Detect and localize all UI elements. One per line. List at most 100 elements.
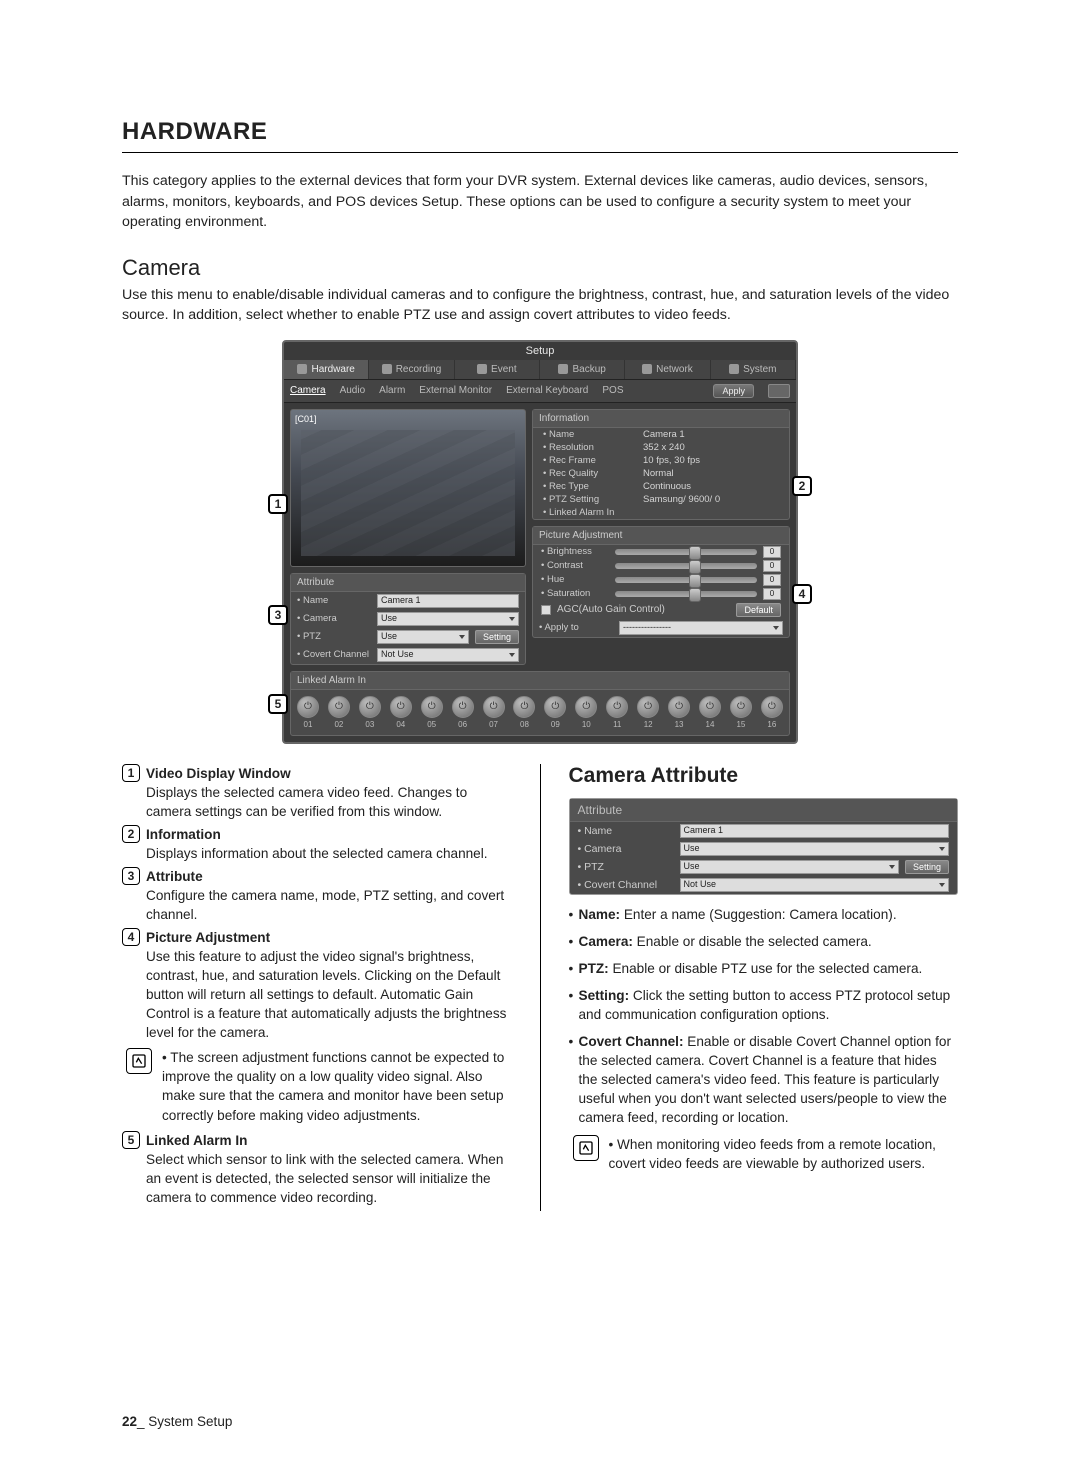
alarm-number: 11 xyxy=(613,720,621,729)
callout-1: 1 xyxy=(268,494,288,514)
note-icon xyxy=(126,1048,152,1074)
brightness-slider[interactable] xyxy=(615,549,757,555)
mini-ptz-label: PTZ xyxy=(578,861,674,873)
alarm-number: 07 xyxy=(489,720,498,729)
info-key: Rec Quality xyxy=(543,468,643,479)
attr-camera-select[interactable]: Use xyxy=(377,612,519,626)
contrast-slider[interactable] xyxy=(615,563,757,569)
slider-label: Saturation xyxy=(541,588,609,599)
tab-event[interactable]: Event xyxy=(455,360,540,379)
alarm-number: 03 xyxy=(365,720,374,729)
exit-icon[interactable] xyxy=(768,384,790,398)
alarm-toggle-12[interactable]: ⏻ xyxy=(637,696,659,718)
slider-label: Hue xyxy=(541,574,609,585)
mini-camera-label: Camera xyxy=(578,843,674,855)
tab-recording[interactable]: Recording xyxy=(369,360,454,379)
slider-label: Contrast xyxy=(541,560,609,571)
alarm-number: 15 xyxy=(736,720,745,729)
info-key: Resolution xyxy=(543,442,643,453)
alarm-toggle-15[interactable]: ⏻ xyxy=(730,696,752,718)
setup-window: Setup Hardware Recording Event Backup Ne… xyxy=(282,340,798,744)
alarm-toggle-11[interactable]: ⏻ xyxy=(606,696,628,718)
alarm-toggle-10[interactable]: ⏻ xyxy=(575,696,597,718)
information-panel: Information NameCamera 1Resolution352 x … xyxy=(532,409,790,520)
alarm-toggle-16[interactable]: ⏻ xyxy=(761,696,783,718)
default-button[interactable]: Default xyxy=(736,603,781,617)
alarm-toggle-9[interactable]: ⏻ xyxy=(544,696,566,718)
callout-ref-4: 4 xyxy=(122,928,140,946)
alarm-toggle-6[interactable]: ⏻ xyxy=(452,696,474,718)
attr-setting-button[interactable]: Setting xyxy=(475,630,519,644)
hue-slider[interactable] xyxy=(615,577,757,583)
mini-camera-select[interactable]: Use xyxy=(680,842,950,856)
attr-covert-select[interactable]: Not Use xyxy=(377,648,519,662)
info-value: Samsung/ 9600/ 0 xyxy=(643,494,720,505)
alarm-toggle-1[interactable]: ⏻ xyxy=(297,696,319,718)
saturation-slider[interactable] xyxy=(615,591,757,597)
mini-name-input[interactable]: Camera 1 xyxy=(680,824,950,838)
contrast-value: 0 xyxy=(763,560,781,572)
alarm-toggle-2[interactable]: ⏻ xyxy=(328,696,350,718)
slider-label: Brightness xyxy=(541,546,609,557)
attribute-bullet: Setting: Click the setting button to acc… xyxy=(569,986,959,1024)
note-screen-adjustment: • The screen adjustment functions cannot… xyxy=(126,1048,512,1124)
callout-2: 2 xyxy=(792,476,812,496)
exp-body-1: Displays the selected camera video feed.… xyxy=(146,785,467,819)
main-tabs: Hardware Recording Event Backup Network … xyxy=(284,360,796,380)
agc-label: AGC(Auto Gain Control) xyxy=(557,604,665,615)
info-value: Normal xyxy=(643,468,674,479)
mini-setting-button[interactable]: Setting xyxy=(905,860,949,874)
agc-checkbox[interactable] xyxy=(541,605,551,615)
info-key: Name xyxy=(543,429,643,440)
alarm-toggle-4[interactable]: ⏻ xyxy=(390,696,412,718)
apply-to-select[interactable]: ---------------- xyxy=(619,621,783,635)
alarm-toggle-3[interactable]: ⏻ xyxy=(359,696,381,718)
video-channel-label: [C01] xyxy=(295,414,317,424)
subtab-external-keyboard[interactable]: External Keyboard xyxy=(506,385,588,396)
information-header: Information xyxy=(533,410,789,428)
sub-tabs: Camera Audio Alarm External Monitor Exte… xyxy=(284,380,796,403)
mini-covert-select[interactable]: Not Use xyxy=(680,878,950,892)
tab-system[interactable]: System xyxy=(711,360,796,379)
tab-network[interactable]: Network xyxy=(625,360,710,379)
exp-body-2: Displays information about the selected … xyxy=(146,846,488,861)
alarm-toggle-14[interactable]: ⏻ xyxy=(699,696,721,718)
attr-name-input[interactable]: Camera 1 xyxy=(377,594,519,608)
camera-attribute-heading: Camera Attribute xyxy=(569,764,959,788)
attr-ptz-select[interactable]: Use xyxy=(377,630,469,644)
mini-name-label: Name xyxy=(578,825,674,837)
note-covert-remote: • When monitoring video feeds from a rem… xyxy=(573,1135,959,1173)
alarm-number: 05 xyxy=(427,720,436,729)
attribute-bullet: Covert Channel: Enable or disable Covert… xyxy=(569,1032,959,1127)
alarm-number: 04 xyxy=(396,720,405,729)
linked-alarm-panel: Linked Alarm In ⏻ 01⏻ 02⏻ 03⏻ 04⏻ 05⏻ 06… xyxy=(290,671,790,736)
tab-backup[interactable]: Backup xyxy=(540,360,625,379)
info-key: Rec Frame xyxy=(543,455,643,466)
exp-title-5: Linked Alarm In xyxy=(146,1133,247,1148)
alarm-number: 06 xyxy=(458,720,467,729)
exp-title-2: Information xyxy=(146,827,221,842)
setup-window-figure: Setup Hardware Recording Event Backup Ne… xyxy=(282,340,798,744)
alarm-toggle-5[interactable]: ⏻ xyxy=(421,696,443,718)
mini-ptz-select[interactable]: Use xyxy=(680,860,899,874)
subtab-audio[interactable]: Audio xyxy=(340,385,366,396)
picture-header: Picture Adjustment xyxy=(533,527,789,545)
alarm-number: 13 xyxy=(675,720,684,729)
subtab-external-monitor[interactable]: External Monitor xyxy=(419,385,492,396)
tab-hardware[interactable]: Hardware xyxy=(284,360,369,379)
alarm-toggle-7[interactable]: ⏻ xyxy=(483,696,505,718)
camera-attribute-panel: Attribute Name Camera 1 Camera Use PTZ U… xyxy=(569,798,959,895)
attribute-bullet: Camera: Enable or disable the selected c… xyxy=(569,932,959,951)
apply-button[interactable]: Apply xyxy=(713,384,754,398)
callout-5: 5 xyxy=(268,694,288,714)
alarm-toggle-8[interactable]: ⏻ xyxy=(513,696,535,718)
subtab-pos[interactable]: POS xyxy=(602,385,623,396)
apply-to-label: Apply to xyxy=(539,622,613,633)
subtab-camera[interactable]: Camera xyxy=(290,385,326,396)
attr-ptz-label: PTZ xyxy=(297,631,371,642)
subtab-alarm[interactable]: Alarm xyxy=(379,385,405,396)
event-icon xyxy=(477,364,487,374)
info-key: Linked Alarm In xyxy=(543,507,643,518)
network-icon xyxy=(642,364,652,374)
alarm-toggle-13[interactable]: ⏻ xyxy=(668,696,690,718)
